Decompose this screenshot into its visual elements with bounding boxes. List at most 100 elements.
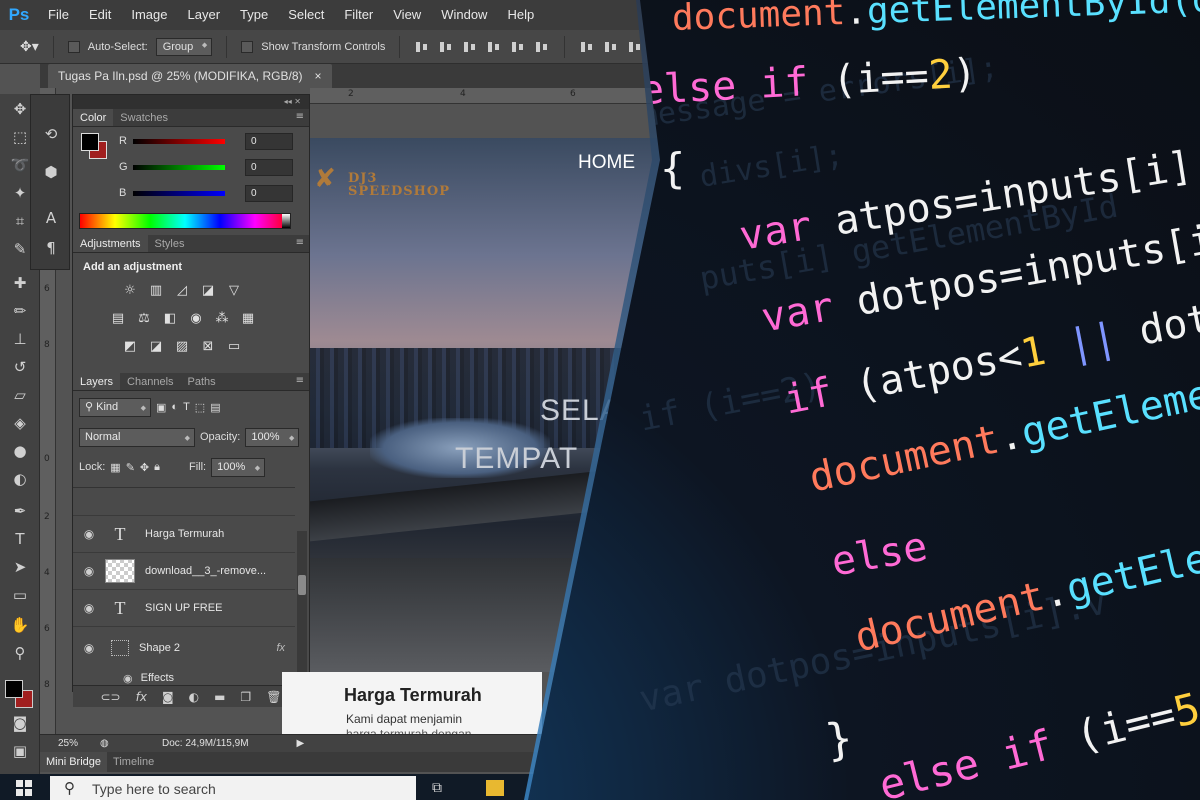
lock-transparent-icon[interactable]: ▦ bbox=[110, 461, 120, 474]
red-slider[interactable] bbox=[133, 138, 225, 144]
color-spectrum-ramp[interactable] bbox=[79, 213, 291, 229]
eyedropper-tool-icon[interactable]: ✎ bbox=[8, 238, 32, 260]
curves-icon[interactable]: ◿ bbox=[173, 283, 191, 299]
layer-kind-filter[interactable]: ⚲ Kind bbox=[79, 397, 151, 417]
distribute-vcenter-icon[interactable] bbox=[603, 40, 619, 54]
tab-color[interactable]: Color bbox=[73, 109, 114, 126]
blend-mode-dropdown[interactable]: Normal bbox=[79, 427, 195, 447]
hand-tool-icon[interactable]: ✋ bbox=[8, 614, 32, 636]
marquee-tool-icon[interactable]: ⬚ bbox=[8, 126, 32, 148]
adjustment-layer-icon[interactable]: ◐ bbox=[189, 690, 199, 704]
channel-mixer-icon[interactable]: ⁂ bbox=[213, 311, 231, 327]
eye-icon[interactable]: ◉ bbox=[123, 672, 133, 685]
rectangle-tool-icon[interactable]: ▭ bbox=[8, 584, 32, 606]
panel-dock-header[interactable]: ◂◂ ✕ bbox=[73, 95, 309, 109]
dodge-tool-icon[interactable]: ◐ bbox=[8, 468, 32, 490]
lasso-tool-icon[interactable]: ➰ bbox=[8, 154, 32, 176]
brush-tool-icon[interactable]: ✏ bbox=[8, 300, 32, 322]
blue-slider[interactable] bbox=[133, 190, 225, 196]
align-left-icon[interactable] bbox=[486, 40, 502, 54]
pen-tool-icon[interactable]: ✒ bbox=[8, 500, 32, 522]
filter-pixel-icon[interactable]: ▣ bbox=[156, 401, 166, 414]
eraser-tool-icon[interactable]: ▱ bbox=[8, 384, 32, 406]
document-tab[interactable]: Tugas Pa Iln.psd @ 25% (MODIFIKA, RGB/8)… bbox=[48, 64, 332, 88]
transform-controls-checkbox[interactable] bbox=[241, 40, 254, 53]
screen-mode-icon[interactable]: ▣ bbox=[8, 740, 32, 762]
link-layers-icon[interactable]: ⊂⊃ bbox=[101, 690, 121, 704]
new-layer-icon[interactable]: ❐ bbox=[240, 690, 251, 704]
new-group-icon[interactable]: ▬ bbox=[214, 690, 225, 704]
photo-filter-icon[interactable]: ◉ bbox=[187, 311, 205, 327]
menu-filter[interactable]: Filter bbox=[334, 0, 383, 30]
distribute-top-icon[interactable] bbox=[579, 40, 595, 54]
blue-value-field[interactable]: 0 bbox=[245, 184, 293, 202]
align-right-icon[interactable] bbox=[534, 40, 550, 54]
layer-row-partial[interactable] bbox=[73, 487, 295, 515]
tab-adjustments[interactable]: Adjustments bbox=[73, 235, 148, 252]
paint-bucket-tool-icon[interactable]: ◈ bbox=[8, 412, 32, 434]
clone-stamp-tool-icon[interactable]: ⊥ bbox=[8, 328, 32, 350]
panel-menu-icon[interactable]: ≡ bbox=[296, 237, 304, 248]
menu-image[interactable]: Image bbox=[121, 0, 177, 30]
zoom-level[interactable]: 25% bbox=[40, 738, 100, 749]
layer-row[interactable]: ◉ T Harga Termurah bbox=[73, 515, 295, 552]
menu-file[interactable]: File bbox=[38, 0, 79, 30]
vibrance-icon[interactable]: ▽ bbox=[225, 283, 243, 299]
magic-wand-tool-icon[interactable]: ✦ bbox=[8, 182, 32, 204]
lock-position-icon[interactable]: ✥ bbox=[140, 461, 149, 474]
tab-styles[interactable]: Styles bbox=[148, 235, 192, 252]
foreground-color-swatch[interactable] bbox=[81, 133, 99, 151]
scrollbar-thumb[interactable] bbox=[298, 575, 306, 595]
tab-layers[interactable]: Layers bbox=[73, 373, 121, 390]
move-tool-icon[interactable]: ✥ bbox=[8, 98, 32, 120]
color-balance-icon[interactable]: ⚖ bbox=[135, 311, 153, 327]
eye-icon[interactable]: ◉ bbox=[73, 641, 105, 655]
type-tool-icon[interactable]: T bbox=[8, 528, 32, 550]
move-tool-icon[interactable]: ✥▾ bbox=[20, 38, 39, 55]
panel-menu-icon[interactable]: ≡ bbox=[296, 375, 304, 386]
layer-style-icon[interactable]: fx bbox=[136, 690, 147, 704]
tab-swatches[interactable]: Swatches bbox=[113, 109, 175, 126]
selective-color-icon[interactable]: ⊠ bbox=[199, 339, 217, 355]
fx-icon[interactable]: fx bbox=[276, 642, 285, 654]
history-brush-tool-icon[interactable]: ↺ bbox=[8, 356, 32, 378]
healing-brush-tool-icon[interactable]: ✚ bbox=[8, 272, 32, 294]
menu-select[interactable]: Select bbox=[278, 0, 334, 30]
delete-layer-icon[interactable]: 🗑︎ bbox=[266, 690, 281, 704]
layer-row[interactable]: ◉ T SIGN UP FREE bbox=[73, 589, 295, 626]
tab-timeline[interactable]: Timeline bbox=[107, 752, 160, 772]
green-slider[interactable] bbox=[133, 164, 225, 170]
layer-mask-icon[interactable]: ◙ bbox=[162, 690, 174, 704]
brightness-contrast-icon[interactable]: ☼ bbox=[121, 283, 139, 299]
layer-row[interactable]: ◉ download__3_-remove... bbox=[73, 552, 295, 589]
green-value-field[interactable]: 0 bbox=[245, 158, 293, 176]
fill-field[interactable]: 100% bbox=[211, 457, 266, 477]
exposure-icon[interactable]: ◪ bbox=[199, 283, 217, 299]
invert-icon[interactable]: ◩ bbox=[121, 339, 139, 355]
close-icon[interactable]: × bbox=[314, 69, 321, 83]
windows-start-icon[interactable] bbox=[16, 780, 32, 796]
eye-icon[interactable]: ◉ bbox=[73, 527, 105, 541]
menu-type[interactable]: Type bbox=[230, 0, 278, 30]
eye-icon[interactable]: ◉ bbox=[73, 564, 105, 578]
align-hcenter-icon[interactable] bbox=[510, 40, 526, 54]
file-explorer-icon[interactable] bbox=[486, 780, 504, 796]
opacity-field[interactable]: 100% bbox=[245, 427, 300, 447]
filter-shape-icon[interactable]: ⬚ bbox=[195, 401, 205, 414]
align-top-icon[interactable] bbox=[414, 40, 430, 54]
lock-pixels-icon[interactable]: ✎ bbox=[126, 461, 135, 474]
status-menu-arrow-icon[interactable]: ▶ bbox=[297, 738, 305, 749]
layer-row[interactable]: ◉ Shape 2 fx bbox=[73, 626, 295, 668]
levels-icon[interactable]: ▥ bbox=[147, 283, 165, 299]
tab-channels[interactable]: Channels bbox=[120, 373, 180, 390]
character-panel-icon[interactable]: A bbox=[39, 207, 63, 229]
filter-smart-object-icon[interactable]: ▤ bbox=[210, 401, 220, 414]
filter-type-icon[interactable]: T bbox=[183, 401, 190, 413]
quick-mask-icon[interactable]: ◙ bbox=[8, 712, 32, 734]
foreground-color-swatch[interactable] bbox=[5, 680, 23, 698]
zoom-tool-icon[interactable]: ⚲ bbox=[8, 642, 32, 664]
hue-saturation-icon[interactable]: ▤ bbox=[109, 311, 127, 327]
eye-icon[interactable]: ◉ bbox=[73, 601, 105, 615]
taskbar-search-input[interactable]: ⚲ Type here to search bbox=[50, 776, 416, 800]
history-panel-icon[interactable]: ⟲ bbox=[39, 123, 63, 145]
